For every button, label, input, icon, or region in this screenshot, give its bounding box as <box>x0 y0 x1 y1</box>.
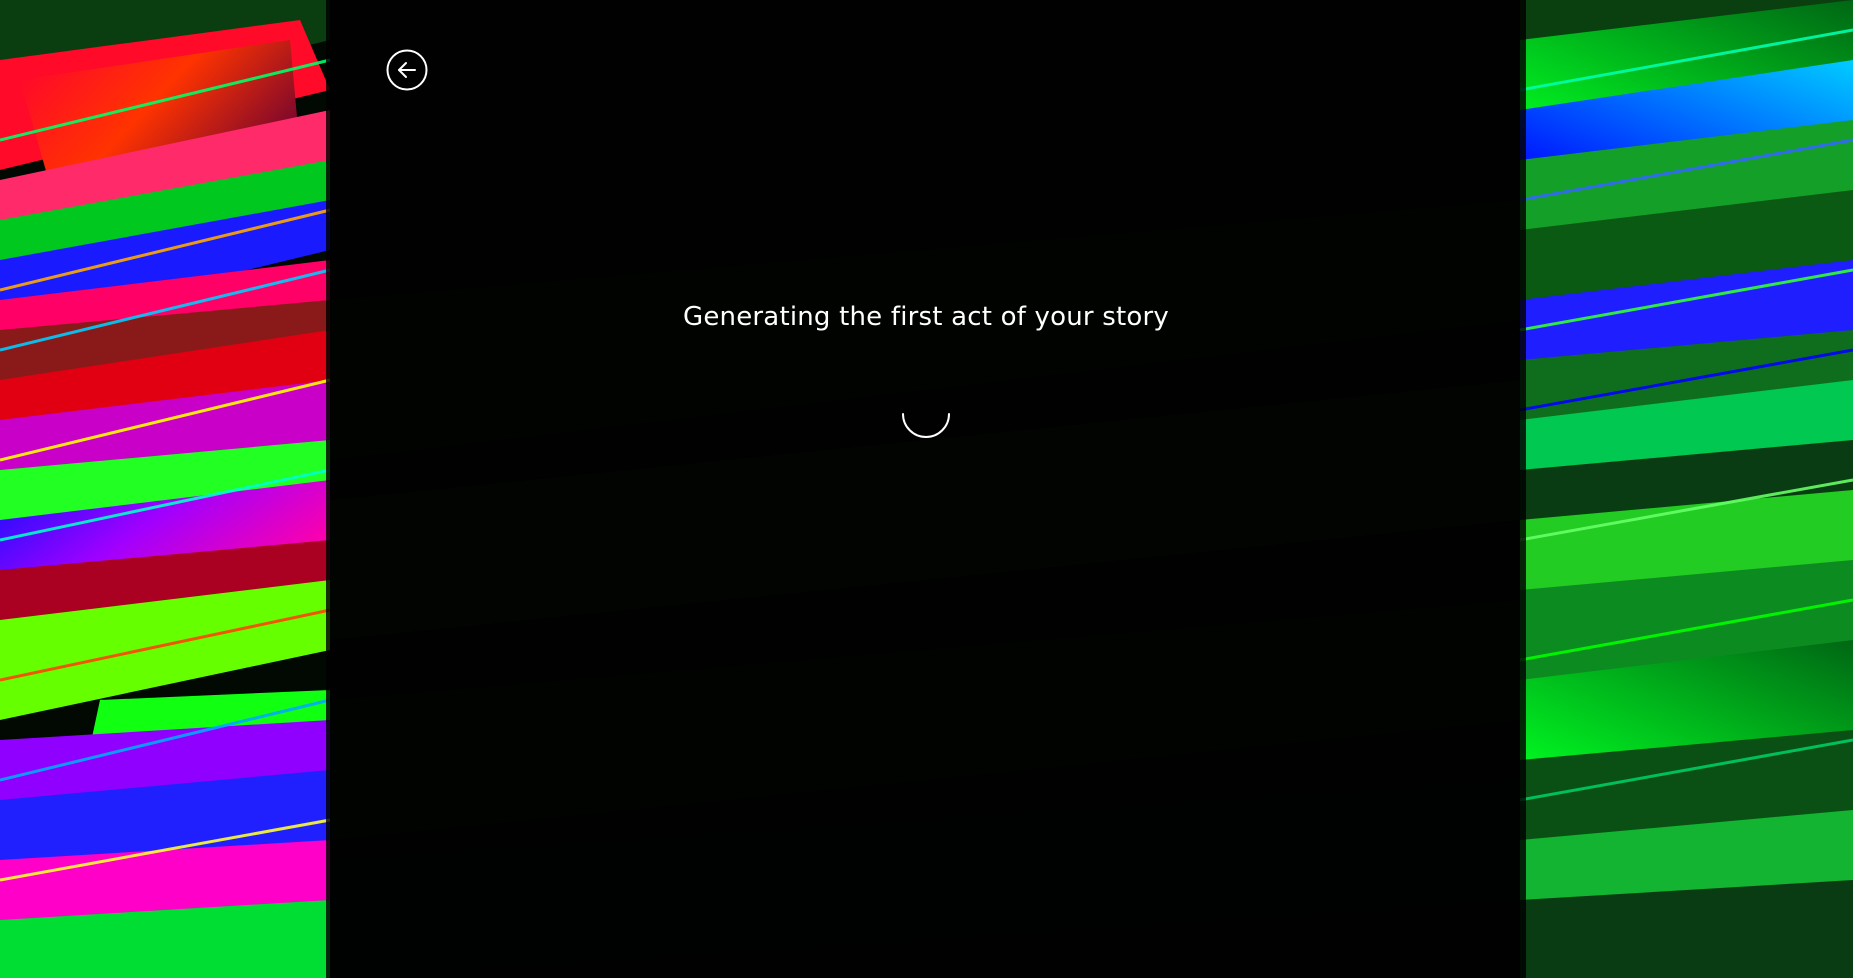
arrow-left-circle-icon <box>386 49 428 91</box>
content-panel <box>326 0 1526 978</box>
loading-spinner-icon <box>902 413 950 438</box>
story-loading-screen: Generating the first act of your story <box>0 0 1853 978</box>
back-button[interactable] <box>386 49 428 91</box>
loading-message: Generating the first act of your story <box>683 302 1169 332</box>
